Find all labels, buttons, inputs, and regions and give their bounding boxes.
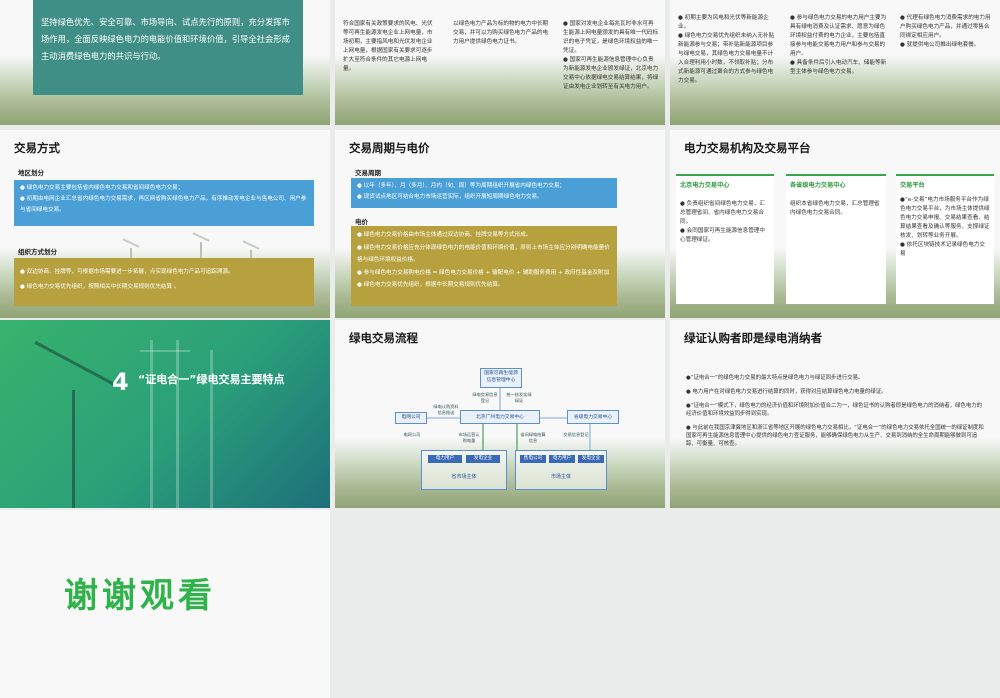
column-text: 以绿色电力产品为标的物的电力中长期交易，并可以为购买绿色电力产品的电力用户提供绿…: [453, 21, 549, 45]
slide-thumb-institutions[interactable]: 电力交易机构及交易平台 北京电力交易中心 ● 负责组织省间绿色电力交易，汇总管理…: [670, 130, 1000, 318]
price-item: ● 参与绿色电力交易购电价格 = 绿色电力交易价格 + 输配电价 + 辅助服务费…: [357, 269, 610, 276]
node-retailer: 售电公司: [520, 455, 546, 463]
principle-box: 坚持绿色优先、安全可靠、市场导向、试点先行的原则，充分发挥市场作用，全面反映绿色…: [33, 0, 303, 95]
node-provincial-exchange: 省级电力交易中心: [567, 410, 619, 424]
region-item: ● 绿色电力交易主要包括省内绿色电力交易和省间绿色电力交易；: [20, 185, 184, 191]
bullet: ●“证电合一”的绿色电力交易的最大特点是绿色电力与绿证同步进行交易。: [686, 375, 864, 381]
group-label: 省市场主体: [451, 474, 477, 480]
column-text: ●“e-交易”电力市场服务平台作为绿色电力交易平台，为市场主体提供绿色电力交易申…: [900, 197, 990, 257]
node-grid-company: 电网公司: [395, 412, 427, 424]
slide-thumb-definitions[interactable]: 符合国家有关政策要求的风电、光伏等可再生能源发电企业上网电量，市场初期，主要指风…: [335, 0, 665, 125]
period-item: ● 以年（多年）、月（多月）、月内（旬、周）等为周期组织开展省内绿色电力交易；: [357, 183, 566, 189]
turbine-blade-icon: [34, 341, 116, 386]
slide-thumb-trade-methods[interactable]: 交易方式 地区划分 ● 绿色电力交易主要包括省内绿色电力交易和省间绿色电力交易；…: [0, 130, 330, 318]
pylon-icon: [176, 340, 179, 508]
column-text: ● 参与绿色电力交易的电力用户主要为具有绿电消费及认证需求、愿意为绿色环境权益付…: [790, 15, 887, 75]
period-item: ● 现货试点地区可结合电力市场运营实际，组织开展短周期绿色电力交易。: [357, 194, 543, 200]
column-head: 交易平台: [900, 182, 925, 189]
empty-slot: [670, 510, 1000, 698]
slide-title: 交易周期与电价: [349, 141, 430, 155]
node-generator: 发电企业: [578, 455, 604, 463]
flow-note: 电网公司: [403, 432, 421, 437]
column-platform: 交易平台 ●“e-交易”电力市场服务平台作为绿色电力交易平台，为市场主体提供绿色…: [896, 174, 994, 304]
group-label: 市场主体: [550, 474, 571, 480]
period-box: ● 以年（多年）、月（多月）、月内（旬、周）等为周期组织开展省内绿色电力交易； …: [351, 178, 617, 208]
column-provincial: 各省级电力交易中心 组织本省绿色电力交易，汇总管理省内绿色电力交易合同。: [786, 174, 886, 304]
column-text: 符合国家有关政策要求的风电、光伏等可再生能源发电企业上网电量，市场初期，主要指风…: [343, 21, 433, 72]
price-box: ● 绿色电力交易价格由市场主体通过双边协商、挂牌交易等方式形成。 ● 绿色电力交…: [351, 226, 617, 306]
flow-note: 交易信息登记: [563, 432, 589, 437]
flow-note: 绿电认购资料信息推送: [433, 404, 459, 415]
flow-note: 市场运营认购电量: [458, 432, 480, 443]
slide-thumb-cert-buyer[interactable]: 绿证认购者即是绿电消纳者 ●“证电合一”的绿色电力交易的最大特点是绿色电力与绿证…: [670, 320, 1000, 508]
section-number: 4: [112, 368, 129, 396]
group-right: 售电公司 电力用户 发电企业 市场主体: [515, 450, 607, 490]
landscape-bg: [670, 438, 1000, 508]
flow-note: 统一核发实绿绿证: [506, 392, 532, 403]
price-item: ● 绿色电力交易价格由市场主体通过双边协商、挂牌交易等方式形成。: [357, 232, 532, 238]
column-retailers: ● 参与绿色电力交易的电力用户主要为具有绿电消费及认证需求、愿意为绿色环境权益付…: [790, 0, 890, 77]
principle-text: 坚持绿色优先、安全可靠、市场导向、试点先行的原则，充分发挥市场作用，全面反映绿色…: [41, 17, 290, 61]
price-item: ● 绿色电力交易价格应充分体现绿色电力的电能价值和环境价值，原则上市场主体应分别…: [357, 244, 610, 264]
slide-thumb-section-4[interactable]: 4 “证电合一”绿电交易主要特点: [0, 320, 330, 508]
bullet: ● 电力用户在对绿色电力交易进行结算的同时，获得对应结算绿色电力电量的绿证。: [686, 389, 887, 395]
empty-slot: [335, 510, 665, 698]
flow-note: 省间绿电结算信息: [520, 432, 546, 443]
column-generators: ● 初期主要为风电和光伏等新能源企业。 ● 绿色电力交易优先组织未纳入无补贴新能…: [678, 0, 776, 86]
flow-note: 绿电交易信息登记: [472, 392, 498, 403]
region-item: ● 初期由电网企业汇总省内绿色电力交易需求，再区网省购买绿色电力产品，有序推动发…: [20, 196, 307, 213]
slide-thumb-thanks[interactable]: 谢谢观看: [0, 510, 330, 698]
column-text: ● 初期主要为风电和光伏等新能源企业。 ● 绿色电力交易优先组织未纳入无补贴新能…: [678, 15, 775, 84]
column-text: ● 代理有绿色电力消费需求的电力用户购买绿色电力产品，并通过零售合同绑定相应用户…: [900, 15, 991, 48]
node-user: 电力用户: [549, 455, 575, 463]
slide-thumb-period-price[interactable]: 交易周期与电价 交易周期 ● 以年（多年）、月（多月）、月内（旬、周）等为周期组…: [335, 130, 665, 318]
column-green-power: 符合国家有关政策要求的风电、光伏等可再生能源发电企业上网电量，市场初期，主要指风…: [343, 0, 433, 74]
price-item: ● 绿色电力交易优先组织，根据中长期交易规则优先结算。: [357, 282, 504, 288]
slide-thumb-principles[interactable]: 坚持绿色优先、安全可靠、市场导向、试点先行的原则，充分发挥市场作用，全面反映绿色…: [0, 0, 330, 125]
org-item: ● 绿色电力交易优先组织，按照相关中长期交易规则优先结算 。: [20, 284, 180, 290]
slide-thumb-participants[interactable]: ● 初期主要为风电和光伏等新能源企业。 ● 绿色电力交易优先组织未纳入无补贴新能…: [670, 0, 1000, 125]
org-item: ● 双边协商、挂牌等，可根据市场需要进一步拓展，点实现绿色电力产品可追踪溯源。: [20, 269, 234, 275]
pylon-icon: [150, 340, 153, 508]
organization-box: ● 双边协商、挂牌等，可根据市场需要进一步拓展，点实现绿色电力产品可追踪溯源。 …: [14, 258, 314, 306]
slide-thumb-flow[interactable]: 绿电交易流程 国家可再生能源信息管理中心 电网公司 北京广州电力交易中心 省级电…: [335, 320, 665, 508]
section-label: 组织方式划分: [18, 248, 57, 256]
group-left: 电力用户 发电企业 省市场主体: [421, 450, 507, 490]
column-text: ● 负责组织省间绿色电力交易，汇总管理省间、省内绿色电力交易合同。 ● 会同国家…: [680, 201, 765, 243]
column-users: ● 代理有绿色电力消费需求的电力用户购买绿色电力产品，并通过零售合同绑定相应用户…: [900, 0, 994, 50]
column-text: 组织本省绿色电力交易，汇总管理省内绿色电力交易合同。: [790, 201, 880, 216]
bullet: ●“证电合一”模式下，绿色电力的经济价值和环境附加价值合二为一，绿色证书的认购者…: [686, 403, 982, 417]
slide-title: 交易方式: [14, 141, 60, 155]
section-title: “证电合一”绿电交易主要特点: [138, 373, 285, 386]
node-generator: 发电企业: [466, 455, 500, 463]
column-text: ● 国家对发电企业每兆瓦时非水可再生能源上网电量颁发的具有唯一代码标识的电子凭证…: [563, 21, 659, 90]
slide-title: 电力交易机构及交易平台: [684, 141, 811, 155]
section-label: 交易周期: [355, 169, 381, 177]
bullet: ● 与此前在我国京津冀地区和浙江省等地区开展的绿色电力交易相比，“证电合一”的绿…: [686, 425, 984, 447]
slide-grid: 坚持绿色优先、安全可靠、市场导向、试点先行的原则，充分发挥市场作用，全面反映绿色…: [0, 0, 1000, 698]
pylon-icon: [140, 350, 190, 352]
node-user: 电力用户: [428, 455, 462, 463]
section-label: 电价: [355, 218, 368, 226]
column-beijing: 北京电力交易中心 ● 负责组织省间绿色电力交易，汇总管理省间、省内绿色电力交易合…: [676, 174, 774, 304]
thanks-text: 谢谢观看: [64, 576, 216, 616]
column-head: 北京电力交易中心: [680, 182, 730, 189]
section-label: 地区划分: [18, 169, 44, 177]
node-beijing-exchange: 北京广州电力交易中心: [460, 410, 540, 424]
column-green-trade: ● 国家对发电企业每兆瓦时非水可再生能源上网电量颁发的具有唯一代码标识的电子凭证…: [563, 0, 659, 92]
column-head: 各省级电力交易中心: [790, 182, 846, 189]
slide-title: 绿证认购者即是绿电消纳者: [684, 331, 822, 345]
node-cert-center: 国家可再生能源信息管理中心: [480, 368, 522, 388]
turbine-icon: [72, 390, 75, 508]
region-box: ● 绿色电力交易主要包括省内绿色电力交易和省间绿色电力交易； ● 初期由电网企业…: [14, 180, 314, 226]
column-green-cert: 以绿色电力产品为标的物的电力中长期交易，并可以为购买绿色电力产品的电力用户提供绿…: [453, 0, 549, 47]
